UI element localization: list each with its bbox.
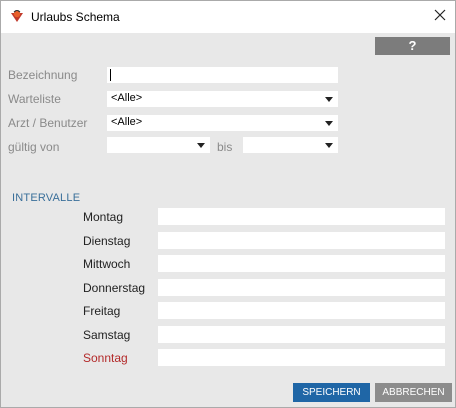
warteliste-value: <Alle>	[111, 92, 143, 104]
window-title: Urlaubs Schema	[31, 10, 120, 24]
bis-label: bis	[217, 140, 233, 154]
title-bar: Urlaubs Schema	[1, 1, 455, 32]
toolbar: ?	[1, 33, 455, 58]
help-button[interactable]: ?	[375, 37, 450, 55]
day-input-sonntag[interactable]	[158, 349, 445, 366]
day-input-donnerstag[interactable]	[158, 279, 445, 296]
day-input-montag[interactable]	[158, 208, 445, 225]
bezeichnung-label: Bezeichnung	[8, 68, 78, 82]
save-button[interactable]: SPEICHERN	[293, 383, 370, 402]
intervalle-title: INTERVALLE	[12, 192, 81, 204]
day-label-freitag: Freitag	[83, 304, 121, 318]
arzt-label: Arzt / Benutzer	[8, 116, 88, 130]
day-label-mittwoch: Mittwoch	[83, 257, 131, 271]
text-cursor	[110, 69, 111, 81]
cancel-button[interactable]: ABBRECHEN	[375, 383, 452, 402]
day-input-mittwoch[interactable]	[158, 255, 445, 272]
chevron-down-icon	[197, 143, 205, 148]
day-label-montag: Montag	[83, 210, 124, 224]
warteliste-select[interactable]: <Alle>	[107, 91, 338, 107]
form-panel: Bezeichnung Warteliste <Alle> Arzt / Ben…	[1, 58, 455, 185]
day-label-samstag: Samstag	[83, 328, 131, 342]
day-label-donnerstag: Donnerstag	[83, 281, 146, 295]
intervalle-section: INTERVALLE Montag Dienstag Mittwoch Donn…	[1, 185, 455, 377]
footer-bar: SPEICHERN ABBRECHEN	[1, 377, 455, 407]
day-input-freitag[interactable]	[158, 302, 445, 319]
bezeichnung-input[interactable]	[107, 67, 338, 83]
day-input-samstag[interactable]	[158, 326, 445, 343]
day-label-dienstag: Dienstag	[83, 234, 131, 248]
dialog-window: Urlaubs Schema ? Bezeichnung Warteliste …	[0, 0, 456, 408]
gueltig-von-select[interactable]	[107, 137, 210, 153]
arzt-value: <Alle>	[111, 116, 143, 128]
app-logo-icon	[11, 10, 23, 22]
gueltig-von-label: gültig von	[8, 140, 60, 154]
arzt-select[interactable]: <Alle>	[107, 115, 338, 131]
chevron-down-icon	[325, 143, 333, 148]
chevron-down-icon	[325, 121, 333, 126]
day-input-dienstag[interactable]	[158, 232, 445, 249]
close-icon[interactable]	[433, 8, 447, 22]
gueltig-bis-select[interactable]	[243, 137, 338, 153]
day-label-sonntag: Sonntag	[83, 351, 128, 365]
warteliste-label: Warteliste	[8, 92, 61, 106]
chevron-down-icon	[325, 97, 333, 102]
